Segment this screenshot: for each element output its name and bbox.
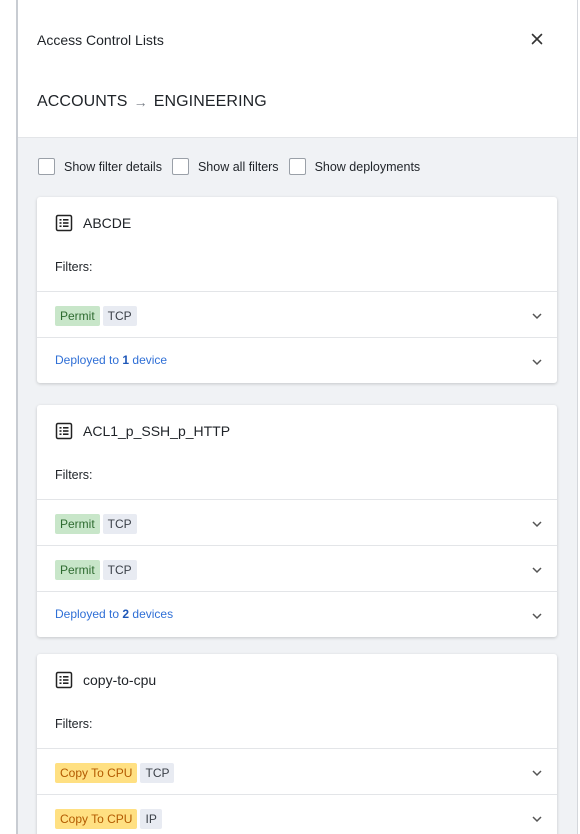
acl-card-acl1-p-ssh-p-http: ACL1_p_SSH_p_HTTP Filters: Permit TCP Pe… bbox=[37, 405, 557, 637]
chevron-down-icon[interactable] bbox=[531, 356, 543, 368]
checkbox-box[interactable] bbox=[288, 158, 306, 175]
close-icon bbox=[531, 33, 543, 45]
acl-panel: Access Control Lists ACCOUNTS → ENGINEER… bbox=[16, 0, 578, 834]
checkbox-box[interactable] bbox=[38, 158, 55, 175]
close-button[interactable] bbox=[526, 28, 548, 50]
show-deployments-checkbox[interactable]: Show deployments bbox=[288, 158, 421, 175]
acl-name: ACL1_p_SSH_p_HTTP bbox=[83, 423, 231, 439]
acl-card-abcde: ABCDE Filters: Permit TCP Deployed to 1 … bbox=[37, 197, 557, 383]
protocol-tag: TCP bbox=[140, 763, 175, 783]
checkbox-box[interactable] bbox=[171, 158, 189, 175]
arrow-right-icon: → bbox=[133, 94, 148, 110]
filters-label: Filters: bbox=[55, 468, 93, 482]
filter-row[interactable]: Permit TCP bbox=[37, 499, 557, 545]
filters-label: Filters: bbox=[55, 260, 93, 274]
checkbox-label: Show all filters bbox=[197, 159, 279, 174]
filter-row[interactable]: Copy To CPU TCP bbox=[37, 748, 557, 794]
chevron-down-icon[interactable] bbox=[531, 518, 543, 530]
chevron-down-icon[interactable] bbox=[531, 564, 543, 576]
filters-heading: Filters: bbox=[37, 457, 557, 499]
acl-name: copy-to-cpu bbox=[83, 672, 157, 688]
filter-tags: Copy To CPU TCP bbox=[55, 763, 175, 783]
protocol-tag: TCP bbox=[102, 560, 137, 580]
list-icon bbox=[55, 422, 73, 440]
filter-tags: Permit TCP bbox=[55, 514, 137, 534]
protocol-tag: TCP bbox=[102, 306, 137, 326]
panel-title: Access Control Lists bbox=[37, 32, 164, 48]
checkbox-label: Show deployments bbox=[314, 159, 421, 174]
breadcrumb-engineering: ENGINEERING bbox=[153, 93, 267, 110]
acl-card-header: copy-to-cpu bbox=[37, 654, 557, 706]
filters-heading: Filters: bbox=[37, 706, 557, 748]
protocol-tag: IP bbox=[140, 809, 162, 829]
breadcrumb: ACCOUNTS → ENGINEERING bbox=[37, 93, 267, 111]
action-tag: Permit bbox=[55, 306, 100, 326]
panel-header: Access Control Lists ACCOUNTS → ENGINEER… bbox=[18, 0, 577, 138]
action-tag: Permit bbox=[55, 514, 100, 534]
action-tag: Permit bbox=[55, 560, 100, 580]
filter-row[interactable]: Permit TCP bbox=[37, 291, 557, 337]
filters-heading: Filters: bbox=[37, 249, 557, 291]
chevron-down-icon[interactable] bbox=[531, 610, 543, 622]
filter-tags: Copy To CPU IP bbox=[55, 809, 162, 829]
deployment-link[interactable]: Deployed to 2 devices bbox=[55, 607, 173, 621]
breadcrumb-accounts[interactable]: ACCOUNTS bbox=[37, 93, 128, 111]
deployment-row[interactable]: Deployed to 1 device bbox=[37, 337, 557, 383]
chevron-down-icon[interactable] bbox=[531, 310, 543, 322]
action-tag: Copy To CPU bbox=[55, 763, 138, 783]
acl-card-copy-to-cpu: copy-to-cpu Filters: Copy To CPU TCP Cop… bbox=[37, 654, 557, 834]
panel-body: Show filter details Show all filters Sho… bbox=[18, 138, 577, 834]
show-filter-details-checkbox[interactable]: Show filter details bbox=[38, 158, 162, 175]
list-icon bbox=[55, 214, 73, 232]
display-options: Show filter details Show all filters Sho… bbox=[38, 158, 430, 175]
deployment-row[interactable]: Deployed to 2 devices bbox=[37, 591, 557, 637]
chevron-down-icon[interactable] bbox=[531, 813, 543, 825]
filters-label: Filters: bbox=[55, 717, 93, 731]
acl-name: ABCDE bbox=[83, 215, 132, 231]
acl-card-header: ACL1_p_SSH_p_HTTP bbox=[37, 405, 557, 457]
filter-tags: Permit TCP bbox=[55, 306, 137, 326]
acl-card-header: ABCDE bbox=[37, 197, 557, 249]
action-tag: Copy To CPU bbox=[55, 809, 138, 829]
filter-tags: Permit TCP bbox=[55, 560, 137, 580]
deployment-link[interactable]: Deployed to 1 device bbox=[55, 353, 167, 367]
list-icon bbox=[55, 671, 73, 689]
filter-row[interactable]: Permit TCP bbox=[37, 545, 557, 591]
checkbox-label: Show filter details bbox=[64, 159, 162, 174]
protocol-tag: TCP bbox=[102, 514, 137, 534]
chevron-down-icon[interactable] bbox=[531, 767, 543, 779]
show-all-filters-checkbox[interactable]: Show all filters bbox=[171, 158, 279, 175]
filter-row[interactable]: Copy To CPU IP bbox=[37, 794, 557, 834]
